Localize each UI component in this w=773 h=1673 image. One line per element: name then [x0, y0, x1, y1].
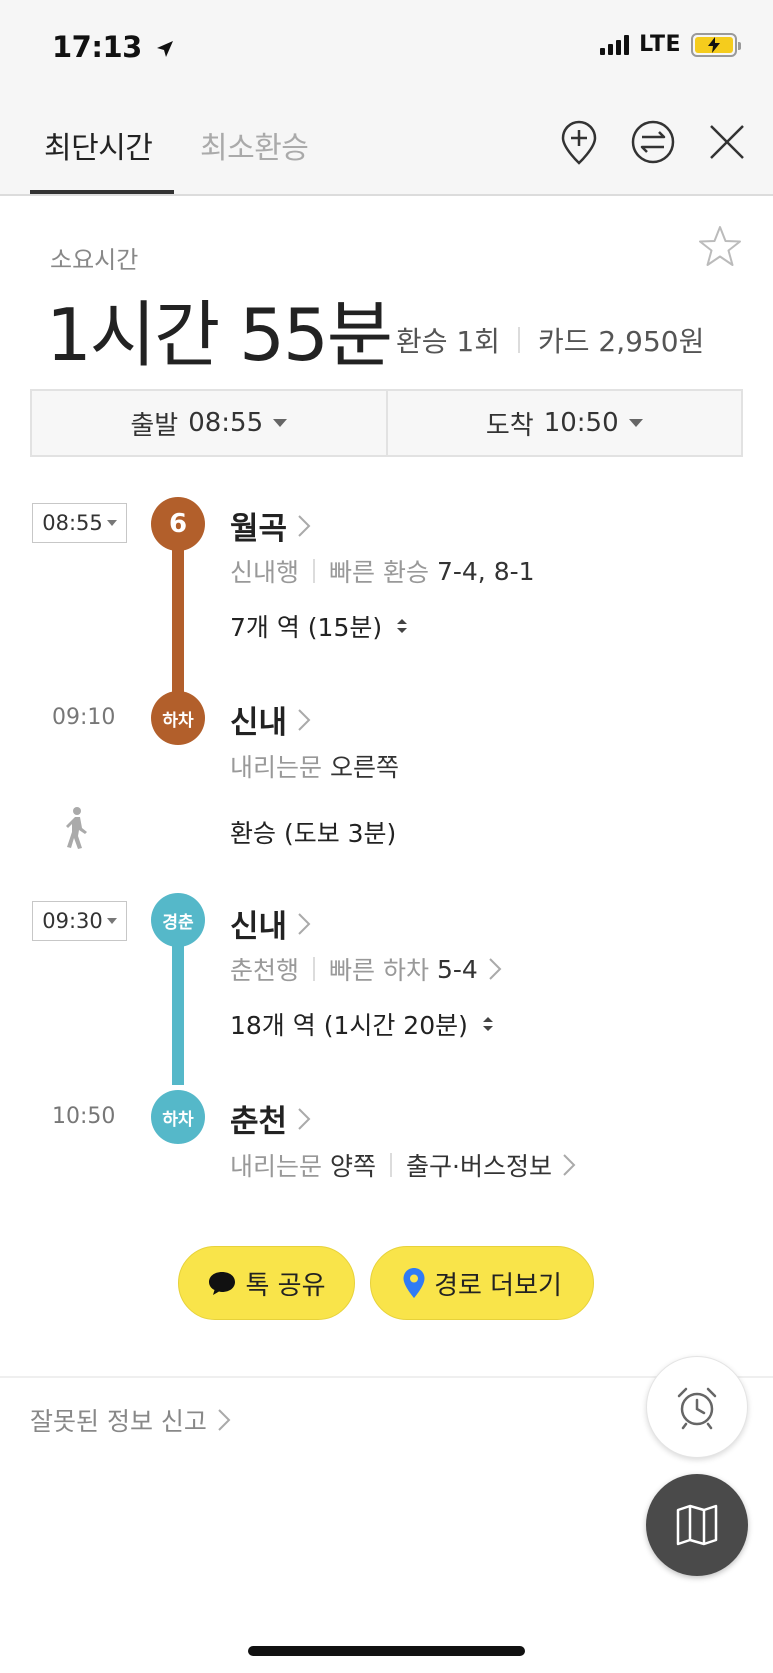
exit-info-text: 출구·버스정보 — [406, 1152, 552, 1181]
line6-badge: 6 — [151, 497, 205, 551]
add-waypoint-icon[interactable] — [555, 118, 603, 166]
seg2-time: 09:30 — [42, 909, 103, 933]
fast-transfer-label: 빠른 환승 — [329, 558, 429, 587]
map-pin-icon — [403, 1268, 425, 1298]
tab-fewest-transfers[interactable]: 최소환승 — [200, 123, 309, 167]
direction: 춘천행 — [230, 956, 300, 985]
seg1-time-selector[interactable]: 08:55 — [32, 503, 127, 543]
fast-transfer-value: 7-4, 8-1 — [436, 556, 535, 586]
chevron-right-icon — [298, 1107, 311, 1130]
status-time: 17:13 — [52, 30, 175, 64]
line6-track — [172, 525, 184, 700]
tab-fastest[interactable]: 최단시간 — [44, 123, 153, 167]
seg2-time-selector[interactable]: 09:30 — [32, 901, 127, 941]
door-label: 내리는문 — [230, 753, 323, 782]
close-icon[interactable] — [703, 118, 751, 166]
home-indicator — [248, 1646, 525, 1656]
departure-time-button[interactable]: 출발 08:55 — [32, 391, 386, 455]
map-view-button[interactable] — [646, 1474, 748, 1576]
station-sinnae-2[interactable]: 신내 — [230, 901, 311, 946]
station-chuncheon[interactable]: 춘천 — [230, 1096, 311, 1141]
station-sinnae[interactable]: 신내 — [230, 697, 311, 742]
walk-icon — [66, 807, 87, 849]
seg2-stop-count[interactable]: 18개 역 (1시간 20분) — [230, 1006, 494, 1042]
expand-icon — [397, 619, 408, 633]
arrival-time: 10:50 — [543, 408, 619, 438]
exit-bus-info-link[interactable]: 출구·버스정보 — [406, 1147, 576, 1183]
map-icon — [676, 1504, 718, 1546]
separator — [313, 957, 316, 981]
alight1-time: 09:10 — [52, 705, 116, 730]
fare: 카드 2,950원 — [538, 325, 705, 358]
separator — [390, 1153, 393, 1177]
alarm-button[interactable] — [646, 1356, 748, 1458]
share-label: 톡 공유 — [245, 1270, 326, 1301]
kakao-share-button[interactable]: 톡 공유 — [178, 1246, 355, 1320]
station-name: 월곡 — [230, 511, 288, 547]
caret-down-icon — [106, 918, 117, 924]
signal-icon — [600, 34, 630, 55]
direction: 신내행 — [230, 558, 300, 587]
separator — [313, 559, 316, 583]
station-wolgok[interactable]: 월곡 — [230, 503, 311, 548]
caret-down-icon — [628, 419, 643, 427]
departure-label: 출발 — [130, 410, 179, 441]
duration-label: 소요시간 — [50, 246, 139, 274]
transfer-walk-text: 환승 (도보 3분) — [230, 819, 397, 848]
chevron-right-icon — [298, 514, 311, 537]
alight-badge: 하차 — [151, 1090, 205, 1144]
gyeongchun-badge: 경춘 — [151, 893, 205, 947]
fast-exit-value: 5-4 — [436, 954, 478, 984]
alight1-door-info: 내리는문 오른쪽 — [230, 748, 399, 784]
stop-count-text: 7개 역 (15분) — [230, 613, 383, 642]
chevron-right-icon — [298, 708, 311, 731]
chat-bubble-icon — [209, 1272, 236, 1295]
arrival-label: 도착 — [485, 410, 534, 441]
chevron-right-icon — [298, 912, 311, 935]
chevron-right-icon — [563, 1154, 576, 1176]
door-value: 양쪽 — [330, 1152, 377, 1181]
caret-down-icon — [273, 419, 288, 427]
fast-exit-label: 빠른 하차 — [329, 956, 429, 985]
gyeongchun-track — [172, 925, 184, 1085]
transfer-count: 환승 1회 — [396, 325, 500, 358]
location-arrow-icon — [157, 41, 174, 57]
separator — [518, 327, 520, 353]
seg1-time: 08:55 — [42, 511, 103, 535]
arrival-time-button[interactable]: 도착 10:50 — [385, 391, 742, 455]
report-error-link[interactable]: 잘못된 정보 신고 — [30, 1402, 231, 1438]
stop-count-text: 18개 역 (1시간 20분) — [230, 1011, 468, 1040]
door-value: 오른쪽 — [330, 753, 400, 782]
departure-time: 08:55 — [188, 408, 264, 438]
station-name: 신내 — [230, 705, 288, 741]
caret-down-icon — [106, 520, 117, 526]
seg1-info: 신내행 빠른 환승 7-4, 8-1 — [230, 553, 535, 589]
battery-icon — [691, 32, 741, 57]
status-indicators: LTE — [600, 32, 741, 57]
network-label: LTE — [639, 32, 681, 57]
departure-arrival-selector: 출발 08:55 도착 10:50 — [30, 389, 743, 457]
charging-bolt-icon — [708, 36, 720, 53]
more-label: 경로 더보기 — [434, 1270, 562, 1301]
station-name: 신내 — [230, 909, 288, 945]
total-duration: 1시간 55분 — [46, 293, 393, 377]
status-time-text: 17:13 — [52, 30, 142, 64]
chevron-right-icon — [218, 1409, 231, 1431]
alarm-clock-icon — [677, 1387, 717, 1430]
seg2-info: 춘천행 빠른 하차 5-4 — [230, 951, 502, 987]
alight2-time: 10:50 — [52, 1104, 116, 1129]
report-text: 잘못된 정보 신고 — [30, 1407, 207, 1436]
alight-badge: 하차 — [151, 691, 205, 745]
swap-route-icon[interactable] — [629, 118, 677, 166]
station-name: 춘천 — [230, 1104, 288, 1140]
chevron-right-icon[interactable] — [488, 957, 502, 981]
expand-icon — [482, 1017, 493, 1031]
alight2-info: 내리는문 양쪽 출구·버스정보 — [230, 1147, 576, 1183]
route-summary: 환승 1회 카드 2,950원 — [396, 320, 704, 360]
more-routes-button[interactable]: 경로 더보기 — [370, 1246, 594, 1320]
active-tab-indicator — [30, 190, 174, 194]
star-icon[interactable] — [697, 224, 743, 270]
seg1-stop-count[interactable]: 7개 역 (15분) — [230, 608, 408, 644]
door-label: 내리는문 — [230, 1152, 323, 1181]
